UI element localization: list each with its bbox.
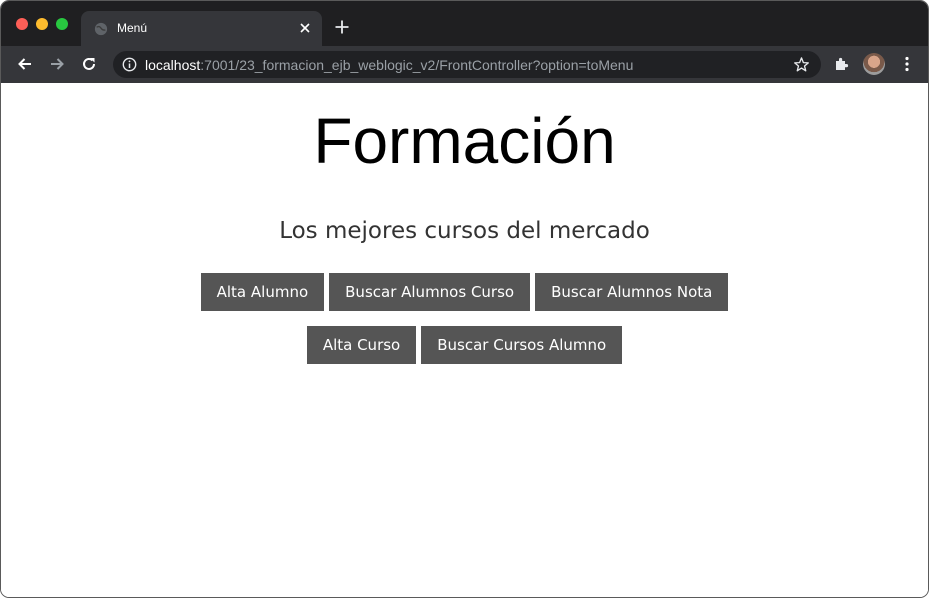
kebab-menu-icon[interactable] (898, 55, 916, 73)
tab-menu[interactable]: Menú (81, 11, 322, 46)
info-icon[interactable] (122, 57, 137, 72)
menu-row-1: Alta Alumno Buscar Alumnos Curso Buscar … (1, 273, 928, 311)
page-title: Formación (313, 105, 616, 177)
buscar-alumnos-nota-button[interactable]: Buscar Alumnos Nota (535, 273, 729, 311)
tab-strip: Menú (1, 1, 928, 46)
tab-title: Menú (117, 21, 148, 35)
menu-row-2: Alta Curso Buscar Cursos Alumno (1, 326, 928, 364)
page-subtitle: Los mejores cursos del mercado (279, 218, 650, 244)
maximize-window-button[interactable] (56, 18, 68, 30)
alta-curso-button[interactable]: Alta Curso (306, 326, 417, 364)
buscar-alumnos-curso-button[interactable]: Buscar Alumnos Curso (329, 273, 531, 311)
avatar[interactable] (863, 53, 885, 75)
back-arrow-icon[interactable] (16, 55, 34, 73)
browser-window: Menú localhost:7001/23_formacion_ejb_web… (0, 0, 929, 598)
close-icon[interactable] (298, 21, 312, 35)
reload-icon[interactable] (80, 55, 98, 73)
forward-arrow-icon[interactable] (48, 55, 66, 73)
url-path: :7001/23_formacion_ejb_weblogic_v2/Front… (200, 57, 634, 73)
alta-alumno-button[interactable]: Alta Alumno (200, 273, 325, 311)
url-text[interactable]: localhost:7001/23_formacion_ejb_weblogic… (145, 57, 633, 73)
browser-toolbar: localhost:7001/23_formacion_ejb_weblogic… (1, 46, 928, 83)
star-icon[interactable] (793, 56, 810, 73)
buscar-cursos-alumno-button[interactable]: Buscar Cursos Alumno (421, 326, 623, 364)
page-content: Formación Los mejores cursos del mercado… (1, 83, 928, 597)
plus-icon[interactable] (334, 19, 350, 35)
puzzle-icon[interactable] (833, 55, 851, 73)
close-window-button[interactable] (16, 18, 28, 30)
minimize-window-button[interactable] (36, 18, 48, 30)
address-bar[interactable]: localhost:7001/23_formacion_ejb_weblogic… (113, 51, 821, 78)
url-host: localhost (145, 57, 201, 73)
globe-icon (94, 22, 108, 36)
